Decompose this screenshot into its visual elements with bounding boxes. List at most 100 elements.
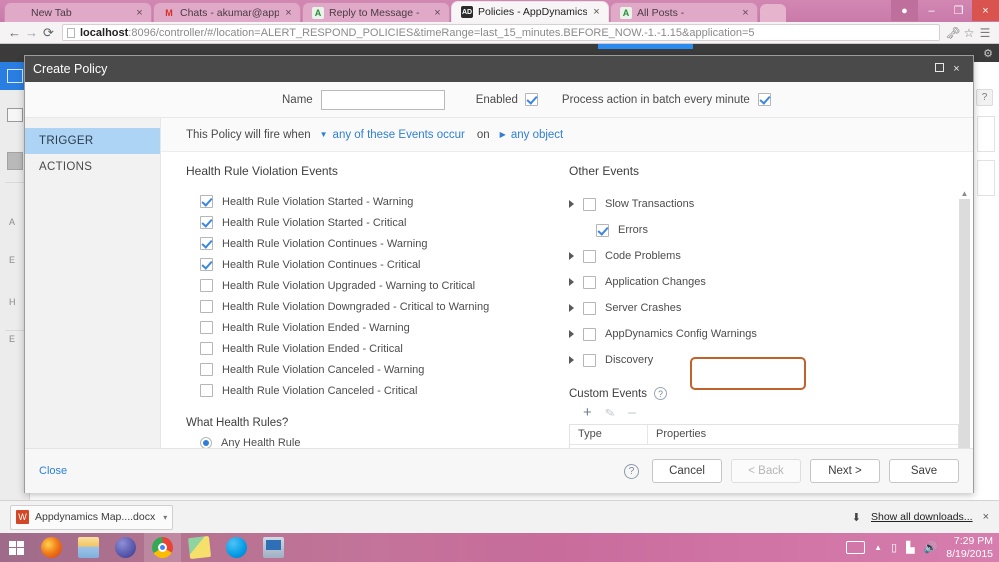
checkbox[interactable] bbox=[583, 301, 596, 315]
page-help-icon[interactable]: ? bbox=[976, 89, 993, 106]
enabled-checkbox[interactable] bbox=[524, 93, 538, 106]
download-menu-caret-icon[interactable]: ▾ bbox=[163, 513, 167, 522]
checkbox[interactable] bbox=[200, 342, 213, 355]
checkbox[interactable] bbox=[583, 275, 596, 289]
address-bar[interactable]: localhost:8096/controller/#/location=ALE… bbox=[62, 24, 940, 41]
nav-letter-h[interactable]: H bbox=[9, 297, 16, 307]
checkbox[interactable] bbox=[200, 321, 213, 334]
batch-checkbox[interactable] bbox=[757, 93, 771, 106]
checkbox[interactable] bbox=[200, 258, 213, 271]
user-profile-icon[interactable]: ● bbox=[891, 0, 918, 21]
clock[interactable]: 7:29 PM 8/19/2015 bbox=[946, 535, 993, 561]
dialog-maximize-button[interactable] bbox=[931, 63, 948, 75]
checkbox[interactable] bbox=[596, 223, 609, 237]
dialog-close-icon[interactable]: × bbox=[948, 63, 965, 75]
expand-triangle-icon[interactable] bbox=[569, 304, 574, 312]
taskbar-sticky-notes[interactable] bbox=[181, 533, 218, 562]
add-custom-event-icon[interactable]: + bbox=[583, 405, 592, 420]
checkbox[interactable] bbox=[200, 300, 213, 313]
side-tab-actions[interactable]: ACTIONS bbox=[25, 154, 160, 180]
applications-icon[interactable] bbox=[7, 108, 23, 122]
expand-triangle-icon[interactable] bbox=[569, 200, 574, 208]
show-hidden-icons-icon[interactable]: ▲ bbox=[874, 543, 882, 552]
chevron-down-icon[interactable]: ▼ bbox=[320, 130, 328, 139]
checkbox-row-discovery[interactable]: Discovery bbox=[569, 347, 969, 373]
checkbox-row-hrv-ended-warning[interactable]: Health Rule Violation Ended - Warning bbox=[186, 317, 586, 338]
checkbox[interactable] bbox=[583, 197, 596, 211]
taskbar-ball-app[interactable] bbox=[107, 533, 144, 562]
close-link[interactable]: Close bbox=[39, 465, 67, 477]
checkbox-row-config-warnings[interactable]: AppDynamics Config Warnings bbox=[569, 321, 969, 347]
checkbox[interactable] bbox=[200, 216, 213, 229]
checkbox[interactable] bbox=[200, 279, 213, 292]
forward-icon[interactable]: → bbox=[23, 25, 40, 40]
checkbox[interactable] bbox=[200, 195, 213, 208]
nav-letter-e[interactable]: E bbox=[9, 255, 15, 265]
taskbar-skype[interactable] bbox=[218, 533, 255, 562]
events-condition-link[interactable]: any of these Events occur bbox=[333, 129, 465, 141]
show-all-downloads-link[interactable]: Show all downloads... bbox=[871, 511, 973, 523]
checkbox-row-errors[interactable]: Errors bbox=[569, 217, 969, 243]
help-icon[interactable]: ? bbox=[653, 387, 667, 400]
checkbox-row-hrv-started-critical[interactable]: Health Rule Violation Started - Critical bbox=[186, 212, 586, 233]
checkbox-row-server-crashes[interactable]: Server Crashes bbox=[569, 295, 969, 321]
start-button[interactable] bbox=[0, 533, 33, 562]
save-button[interactable]: Save bbox=[889, 459, 959, 483]
taskbar-firefox[interactable] bbox=[33, 533, 70, 562]
bookmark-star-icon[interactable]: ☆ bbox=[961, 26, 977, 40]
scrollbar-thumb[interactable] bbox=[959, 199, 970, 449]
gear-icon[interactable]: ⚙ bbox=[983, 47, 993, 60]
key-icon[interactable]: 🗝 bbox=[945, 26, 961, 40]
footer-help-icon[interactable]: ? bbox=[624, 463, 639, 479]
scroll-up-icon[interactable]: ▲ bbox=[959, 188, 970, 199]
checkbox[interactable] bbox=[583, 353, 596, 367]
events-scrollbar[interactable]: ▲ ▼ bbox=[959, 188, 970, 489]
next-button[interactable]: Next > bbox=[810, 459, 880, 483]
checkbox-row-code-problems[interactable]: Code Problems bbox=[569, 243, 969, 269]
checkbox-row-hrv-continues-critical[interactable]: Health Rule Violation Continues - Critic… bbox=[186, 254, 586, 275]
close-window-button[interactable]: × bbox=[972, 0, 999, 21]
side-tab-trigger[interactable]: TRIGGER bbox=[25, 128, 160, 154]
browser-tab-4[interactable]: A All Posts - × bbox=[610, 2, 758, 22]
browser-tab-0[interactable]: New Tab × bbox=[4, 2, 152, 22]
chrome-menu-icon[interactable]: ☰ bbox=[977, 26, 993, 40]
maximize-button[interactable]: ❒ bbox=[945, 0, 972, 21]
back-icon[interactable]: ← bbox=[6, 25, 23, 40]
chevron-right-icon[interactable]: ▶ bbox=[500, 130, 506, 139]
checkbox[interactable] bbox=[200, 363, 213, 376]
browser-tab-3-active[interactable]: AD Policies - AppDynamics × bbox=[451, 1, 609, 22]
download-item[interactable]: W Appdynamics Map....docx ▾ bbox=[10, 504, 174, 530]
battery-icon[interactable]: ▯ bbox=[891, 541, 897, 554]
minimize-button[interactable]: – bbox=[918, 0, 945, 21]
expand-triangle-icon[interactable] bbox=[569, 330, 574, 338]
close-shelf-icon[interactable]: × bbox=[983, 511, 989, 523]
checkbox-row-hrv-upgraded[interactable]: Health Rule Violation Upgraded - Warning… bbox=[186, 275, 586, 296]
expand-triangle-icon[interactable] bbox=[569, 252, 574, 260]
reload-icon[interactable]: ⟳ bbox=[40, 25, 57, 41]
expand-triangle-icon[interactable] bbox=[569, 356, 574, 364]
checkbox[interactable] bbox=[583, 327, 596, 341]
tab-close-icon[interactable]: × bbox=[134, 7, 145, 19]
expand-triangle-icon[interactable] bbox=[569, 278, 574, 286]
tab-close-icon[interactable]: × bbox=[283, 7, 294, 19]
checkbox-row-hrv-downgraded[interactable]: Health Rule Violation Downgraded - Criti… bbox=[186, 296, 586, 317]
tab-close-icon[interactable]: × bbox=[432, 7, 443, 19]
browser-tab-1[interactable]: M Chats - akumar@appdyna × bbox=[153, 2, 301, 22]
checkbox-row-hrv-started-warning[interactable]: Health Rule Violation Started - Warning bbox=[186, 191, 586, 212]
policy-name-input[interactable] bbox=[320, 89, 445, 110]
taskbar-chrome[interactable] bbox=[144, 533, 181, 562]
taskbar-file-explorer[interactable] bbox=[70, 533, 107, 562]
checkbox-row-hrv-continues-warning[interactable]: Health Rule Violation Continues - Warnin… bbox=[186, 233, 586, 254]
checkbox-row-hrv-canceled-warning[interactable]: Health Rule Violation Canceled - Warning bbox=[186, 359, 586, 380]
new-tab-button[interactable] bbox=[760, 4, 786, 22]
keyboard-icon[interactable] bbox=[846, 541, 866, 554]
taskbar-computer[interactable] bbox=[255, 533, 292, 562]
dashboard-icon[interactable] bbox=[7, 69, 23, 83]
network-icon[interactable]: ▙ bbox=[906, 541, 914, 554]
volume-icon[interactable]: 🔊 bbox=[924, 541, 938, 554]
checkbox[interactable] bbox=[200, 384, 213, 397]
checkbox[interactable] bbox=[200, 237, 213, 250]
checkbox-row-application-changes[interactable]: Application Changes bbox=[569, 269, 969, 295]
checkbox-row-hrv-canceled-critical[interactable]: Health Rule Violation Canceled - Critica… bbox=[186, 380, 586, 401]
object-scope-link[interactable]: any object bbox=[511, 129, 563, 141]
